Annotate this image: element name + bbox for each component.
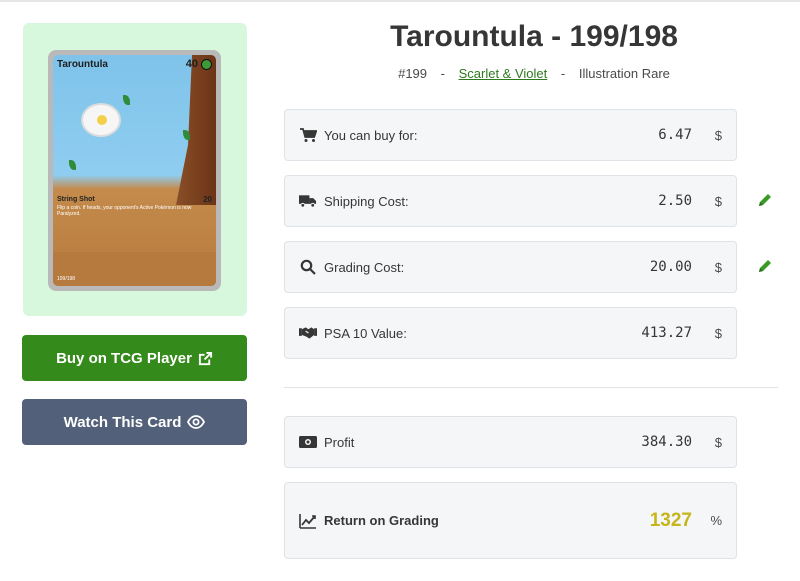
card-attack-text: Flip a coin. If heads, your opponent's A…	[57, 205, 192, 217]
card-meta: #199 - Scarlet & Violet - Illustration R…	[284, 66, 784, 81]
external-link-icon	[198, 351, 212, 365]
handshake-icon	[299, 325, 317, 341]
edit-shipping-cost-button[interactable]	[757, 192, 775, 210]
card-header: Tarountula 40	[53, 55, 216, 73]
card-image: Tarountula 40 String Shot 20 Flip a coin…	[48, 50, 221, 291]
psa-10-value-value: 413.27	[641, 325, 692, 341]
psa-10-value-label: PSA 10 Value:	[324, 325, 407, 341]
buy-price-unit: $	[714, 127, 722, 143]
card-hp: 40	[185, 58, 198, 70]
card-art-pokemon	[81, 103, 121, 137]
pencil-icon	[759, 260, 771, 272]
return-on-grading-row: Return on Grading 1327 %	[284, 482, 737, 559]
profit-label: Profit	[324, 434, 355, 450]
return-on-grading-label: Return on Grading	[324, 513, 439, 528]
shipping-cost-row: Shipping Cost: 2.50 $	[284, 175, 737, 227]
pencil-icon	[759, 194, 771, 206]
card-number: #199	[398, 66, 428, 81]
card-name: Tarountula	[57, 58, 108, 70]
money-bill-icon	[299, 434, 317, 450]
card-rarity: Illustration Rare	[578, 66, 670, 81]
buy-price-row: You can buy for: 6.47 $	[284, 109, 737, 161]
eye-icon	[187, 415, 206, 429]
card-set-number: 199/198	[57, 276, 76, 282]
section-divider	[284, 387, 778, 388]
shipping-cost-label: Shipping Cost:	[324, 193, 409, 209]
buy-button-label: Buy on TCG Player	[56, 349, 192, 367]
card-art-leaf	[69, 160, 76, 170]
card-image-panel: Tarountula 40 String Shot 20 Flip a coin…	[23, 23, 247, 316]
page-title: Tarountula - 199/198	[390, 20, 678, 53]
card-attack: String Shot 20	[57, 194, 212, 204]
chart-line-icon	[299, 513, 317, 529]
grading-cost-label: Grading Cost:	[324, 259, 405, 275]
meta-separator: -	[560, 66, 566, 81]
card-footer: 199/198	[53, 252, 216, 286]
grading-cost-unit: $	[714, 259, 722, 275]
profit-unit: $	[714, 434, 722, 450]
shipping-cost-value: 2.50	[658, 193, 692, 209]
return-on-grading-unit: %	[710, 513, 722, 528]
card-attack-damage: 20	[203, 194, 212, 204]
buy-price-label: You can buy for:	[324, 127, 418, 143]
cart-icon	[299, 127, 317, 143]
grading-cost-row: Grading Cost: 20.00 $	[284, 241, 737, 293]
watch-button-label: Watch This Card	[63, 413, 182, 431]
search-icon	[299, 259, 317, 275]
return-on-grading-value: 1327	[649, 509, 692, 531]
edit-grading-cost-button[interactable]	[757, 258, 775, 276]
set-link[interactable]: Scarlet & Violet	[459, 66, 548, 81]
card-art-tree	[176, 55, 216, 205]
card-art-leaf	[123, 95, 130, 105]
grading-cost-value: 20.00	[649, 259, 692, 275]
truck-icon	[299, 193, 317, 209]
profit-row: Profit 384.30 $	[284, 416, 737, 468]
meta-separator: -	[440, 66, 445, 81]
card-attack-name: String Shot	[57, 195, 95, 203]
buy-price-value: 6.47	[658, 127, 692, 143]
psa-10-value-row: PSA 10 Value: 413.27 $	[284, 307, 737, 359]
psa-10-value-unit: $	[714, 325, 722, 341]
grass-type-icon	[201, 58, 212, 70]
top-border	[0, 0, 800, 2]
profit-value: 384.30	[641, 434, 692, 450]
shipping-cost-unit: $	[714, 193, 722, 209]
buy-on-tcg-player-button[interactable]: Buy on TCG Player	[22, 335, 247, 381]
watch-this-card-button[interactable]: Watch This Card	[22, 399, 247, 445]
